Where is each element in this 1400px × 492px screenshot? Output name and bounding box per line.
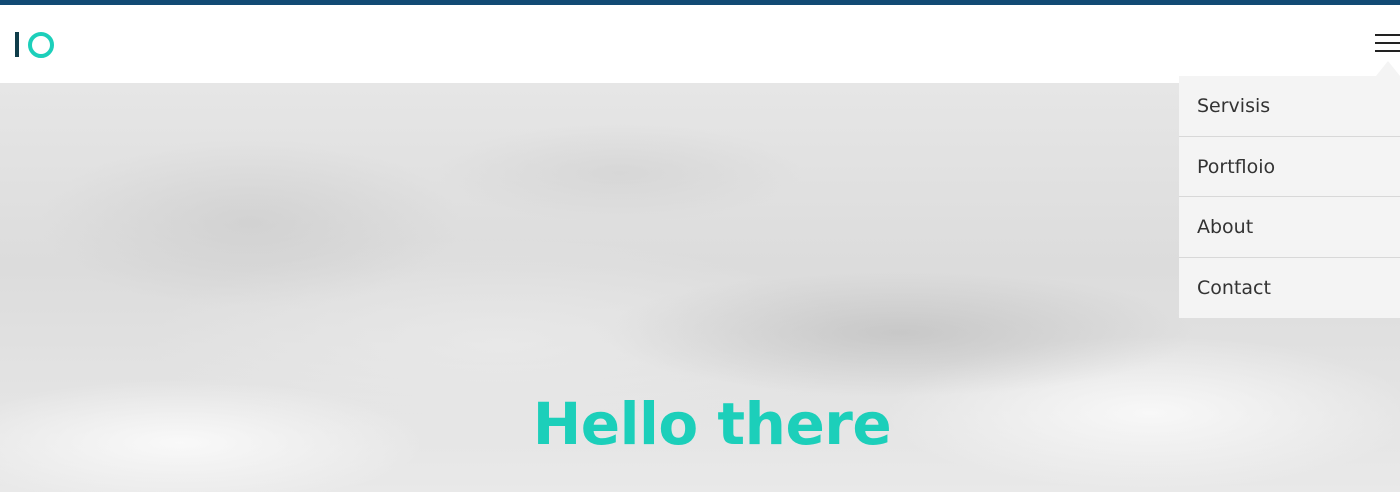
logo-ring — [28, 32, 54, 58]
menu-item-servisis[interactable]: Servisis — [1179, 76, 1400, 137]
hamburger-line — [1375, 42, 1400, 44]
logo-bar — [15, 32, 19, 57]
menu-item-about[interactable]: About — [1179, 197, 1400, 258]
hamburger-line — [1375, 34, 1400, 36]
menu-caret — [1376, 61, 1400, 76]
dropdown-menu: Servisis Portfloio About Contact — [1179, 76, 1400, 318]
hamburger-line — [1375, 50, 1400, 52]
site-logo[interactable] — [14, 31, 58, 59]
hamburger-menu-icon[interactable] — [1372, 33, 1400, 57]
hero-title: Hello there — [532, 390, 892, 458]
site-header — [0, 5, 1400, 83]
menu-item-portfloio[interactable]: Portfloio — [1179, 137, 1400, 197]
menu-item-contact[interactable]: Contact — [1179, 258, 1400, 319]
